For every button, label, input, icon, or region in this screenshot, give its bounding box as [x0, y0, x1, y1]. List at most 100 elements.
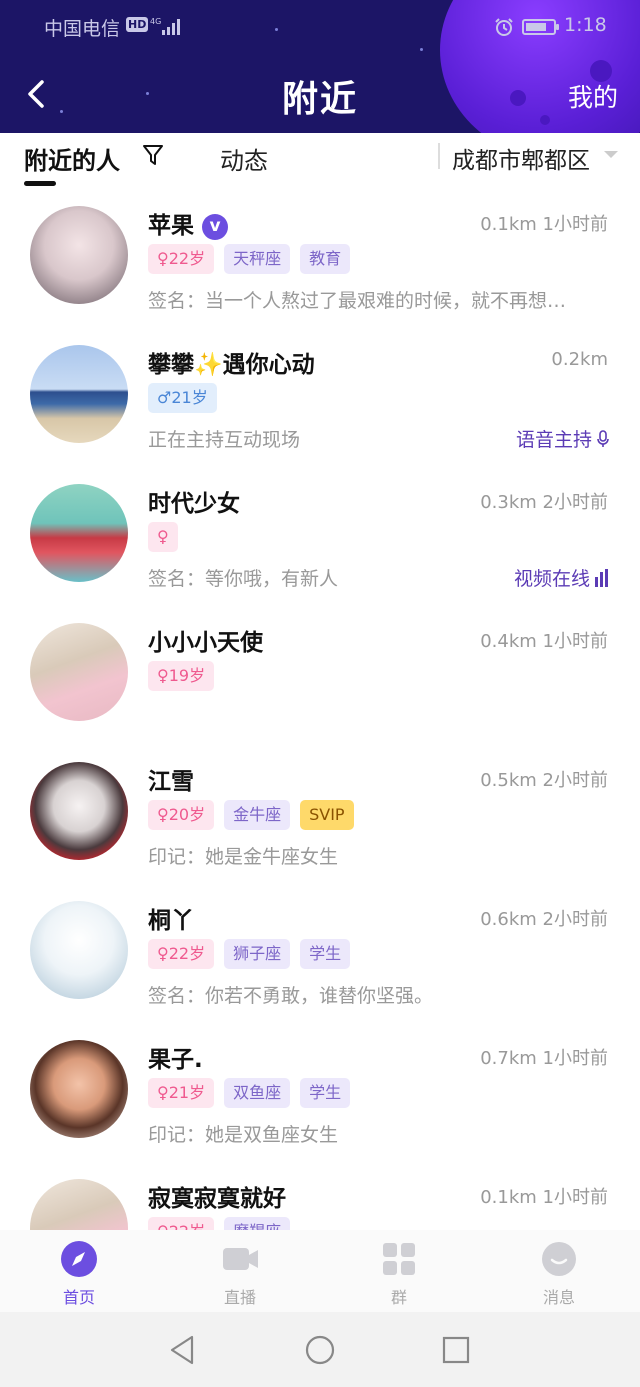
compass-icon: [61, 1241, 97, 1277]
chat-bubble-icon: [542, 1242, 576, 1276]
tag-list: ♀22岁 天秤座 教育: [148, 244, 351, 276]
tag-list: ♀19岁: [148, 661, 215, 693]
list-item[interactable]: 寂寞寂寞就好 0.1km 1小时前 ♀22岁 摩羯座: [0, 1163, 640, 1230]
system-back-icon[interactable]: [166, 1334, 198, 1366]
gender-age-tag: ♀20岁: [148, 800, 215, 830]
zodiac-tag: 金牛座: [224, 800, 291, 830]
nav-label: 首页: [62, 1288, 95, 1307]
tag-list: ♀21岁 双鱼座 学生: [148, 1078, 351, 1110]
gender-age-tag: ♂21岁: [148, 383, 217, 413]
distance-time: 0.6km 2小时前: [480, 909, 608, 930]
avatar[interactable]: [30, 1179, 128, 1230]
avatar[interactable]: [30, 901, 128, 999]
distance-time: 0.1km 1小时前: [480, 214, 608, 235]
svip-badge: SVIP: [300, 800, 354, 830]
app-header: 中国电信 HD 4G 1:18 附近 我的: [0, 0, 640, 133]
grid-icon: [383, 1243, 415, 1275]
city-selector[interactable]: 成都市郫都区: [452, 141, 590, 175]
nav-label: 消息: [542, 1288, 575, 1307]
distance-time: 0.2km: [551, 349, 608, 370]
nav-groups[interactable]: 群: [349, 1240, 449, 1310]
svg-text:4G: 4G: [150, 17, 161, 26]
user-name: 江雪: [148, 769, 194, 795]
avatar[interactable]: [30, 484, 128, 582]
user-name: 小小小天使: [148, 630, 263, 656]
tag-list: ♀22岁 摩羯座: [148, 1217, 291, 1230]
avatar[interactable]: [30, 345, 128, 443]
divider: [438, 143, 440, 169]
avatar[interactable]: [30, 206, 128, 304]
tab-bar: 附近的人 动态 成都市郫都区: [0, 133, 640, 189]
tag-list: ♀: [148, 522, 178, 554]
signal-bars-icon: [595, 568, 608, 587]
gender-age-tag: ♀19岁: [148, 661, 215, 691]
user-name: 时代少女: [148, 491, 240, 517]
system-recents-icon[interactable]: [440, 1334, 472, 1366]
list-item[interactable]: 苹果 v 0.1km 1小时前 ♀22岁 天秤座 教育 签名：当一个人熬过了最艰难…: [0, 190, 640, 329]
bottom-nav: 首页 直播 群 消息: [0, 1230, 640, 1312]
zodiac-tag: 双鱼座: [224, 1078, 291, 1108]
nav-label: 直播: [223, 1288, 256, 1307]
signature: 印记：她是双鱼座女生: [148, 1124, 339, 1146]
live-status[interactable]: 视频在线: [514, 564, 610, 591]
signature: 签名：你若不勇敢，谁替你坚强。: [148, 985, 434, 1007]
live-status[interactable]: 语音主持: [516, 425, 610, 452]
battery-icon: [522, 19, 559, 35]
avatar[interactable]: [30, 1040, 128, 1138]
user-name: 攀攀✨遇你心动: [148, 352, 315, 378]
distance-time: 0.7km 1小时前: [480, 1048, 608, 1069]
distance-time: 0.4km 1小时前: [480, 631, 608, 652]
filter-icon[interactable]: [142, 143, 164, 167]
zodiac-tag: 狮子座: [224, 939, 291, 969]
gender-age-tag: ♀22岁: [148, 1217, 215, 1230]
list-item[interactable]: 江雪 0.5km 2小时前 ♀20岁 金牛座 SVIP 印记：她是金牛座女生: [0, 746, 640, 885]
gender-age-tag: ♀: [148, 522, 178, 552]
nav-label: 群: [390, 1288, 407, 1307]
list-item[interactable]: 小小小天使 0.4km 1小时前 ♀19岁: [0, 607, 640, 746]
carrier-name: 中国电信: [44, 18, 121, 40]
zodiac-tag: 摩羯座: [224, 1217, 291, 1230]
avatar[interactable]: [30, 762, 128, 860]
chevron-down-icon[interactable]: [604, 151, 618, 158]
microphone-icon: [597, 429, 609, 447]
alarm-icon: [495, 18, 513, 36]
list-item[interactable]: 攀攀✨遇你心动 0.2km ♂21岁 正在主持互动现场 语音主持: [0, 329, 640, 468]
page-title: 附近: [281, 79, 358, 120]
nearby-people-list: 苹果 v 0.1km 1小时前 ♀22岁 天秤座 教育 签名：当一个人熬过了最艰难…: [0, 190, 640, 1230]
video-camera-icon: [223, 1248, 258, 1270]
zodiac-tag: 天秤座: [224, 244, 291, 274]
tag-list: ♂21岁: [148, 383, 217, 415]
active-tab-indicator: [24, 181, 56, 186]
user-name: 苹果 v: [148, 206, 228, 240]
list-item[interactable]: 桐丫 0.6km 2小时前 ♀22岁 狮子座 学生 签名：你若不勇敢，谁替你坚强…: [0, 885, 640, 1024]
system-nav-bar: [0, 1312, 640, 1387]
list-item[interactable]: 时代少女 0.3km 2小时前 ♀ 签名：等你哦，有新人 视频在线: [0, 468, 640, 607]
system-home-icon[interactable]: [304, 1334, 336, 1366]
nav-home[interactable]: 首页: [29, 1240, 129, 1310]
distance-time: 0.3km 2小时前: [480, 492, 608, 513]
mine-button[interactable]: 我的: [568, 78, 618, 114]
avatar[interactable]: [30, 623, 128, 721]
gender-age-tag: ♀22岁: [148, 244, 215, 274]
user-name: 果子.: [148, 1047, 203, 1073]
nav-live[interactable]: 直播: [190, 1240, 290, 1310]
signature: 印记：她是金牛座女生: [148, 846, 339, 868]
verified-badge-icon: v: [202, 213, 228, 240]
tag-list: ♀22岁 狮子座 学生: [148, 939, 351, 971]
distance-time: 0.1km 1小时前: [480, 1187, 608, 1208]
occupation-tag: 学生: [300, 939, 351, 969]
distance-time: 0.5km 2小时前: [480, 770, 608, 791]
signature: 签名：当一个人熬过了最艰难的时候，就不再想…: [148, 290, 567, 312]
status-bar: 中国电信 HD 4G 1:18: [0, 0, 640, 54]
user-name: 寂寞寂寞就好: [148, 1186, 286, 1212]
tab-feed[interactable]: 动态: [220, 141, 268, 176]
occupation-tag: 教育: [300, 244, 351, 274]
user-name: 桐丫: [148, 908, 194, 934]
tag-list: ♀20岁 金牛座 SVIP: [148, 800, 354, 832]
tab-nearby-people[interactable]: 附近的人: [24, 141, 120, 176]
occupation-tag: 学生: [300, 1078, 351, 1108]
clock: 1:18: [564, 14, 607, 36]
gender-age-tag: ♀21岁: [148, 1078, 215, 1108]
nav-messages[interactable]: 消息: [509, 1240, 609, 1310]
list-item[interactable]: 果子. 0.7km 1小时前 ♀21岁 双鱼座 学生 印记：她是双鱼座女生: [0, 1024, 640, 1163]
